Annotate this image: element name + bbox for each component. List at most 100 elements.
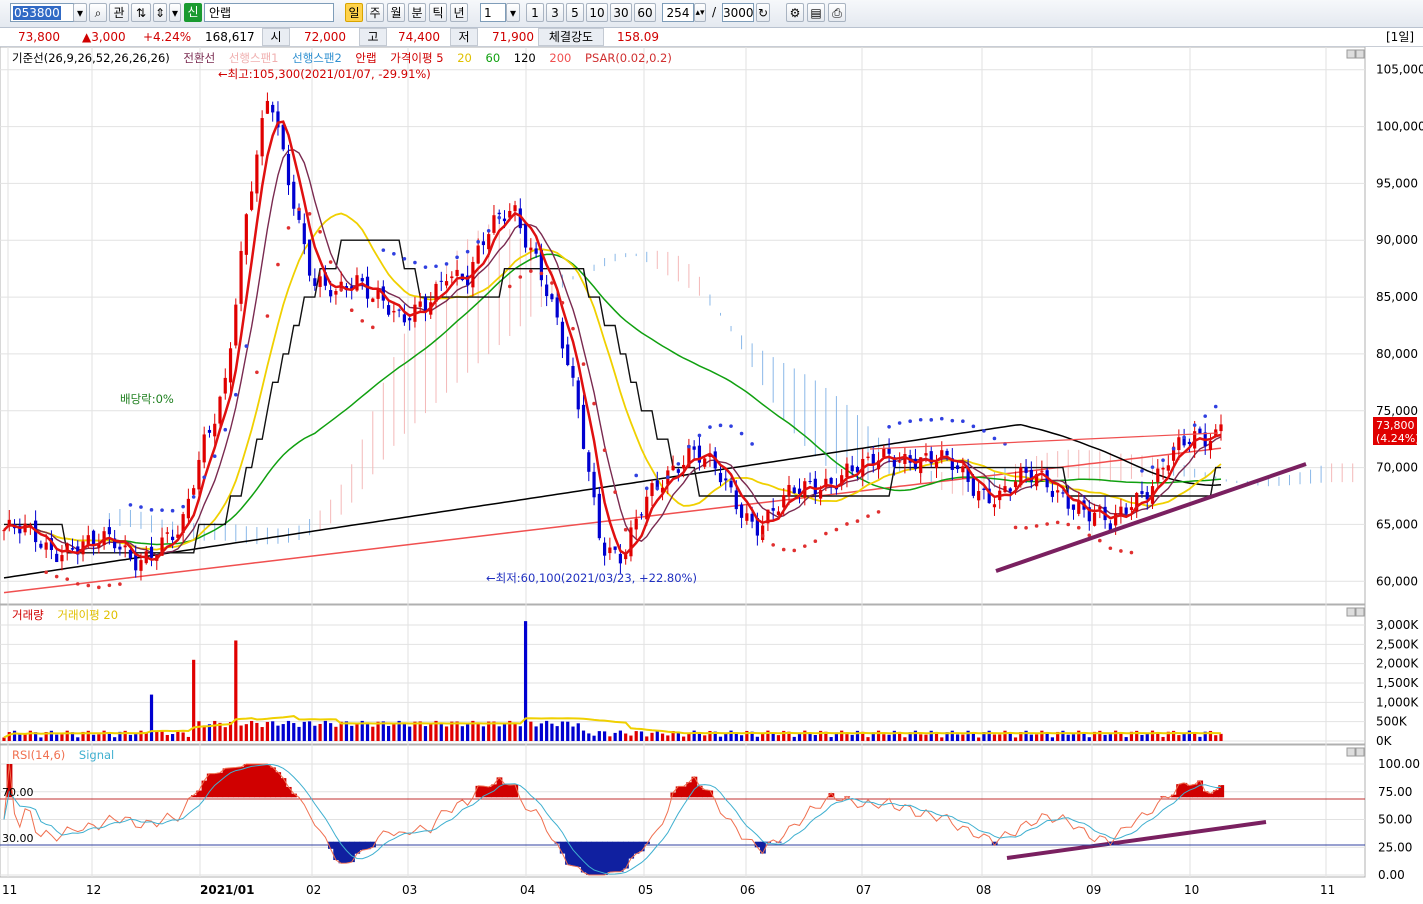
volume-pane-minimize-button[interactable] (1346, 607, 1356, 617)
favorite-button[interactable]: 관 (109, 3, 129, 22)
volume-bar (113, 737, 117, 741)
tab-weekly[interactable]: 주 (366, 3, 384, 22)
psar-dot (1119, 549, 1123, 553)
candle-body (845, 463, 849, 478)
volume-bar (244, 724, 248, 741)
volume-bar (165, 734, 169, 741)
volume-bar (739, 735, 744, 741)
psar-dot (349, 308, 354, 313)
volume-pane-close-button[interactable] (1355, 607, 1365, 617)
open-value: 72,000 (304, 30, 346, 44)
save-button[interactable]: ▤ (807, 3, 825, 22)
legend-volume: 거래량 (12, 608, 44, 622)
interval-1-button[interactable]: 1 (526, 3, 544, 22)
candle-body (450, 276, 454, 279)
volume-bar (423, 726, 428, 741)
rsi-overbought-fill (501, 783, 508, 798)
volume-bar (666, 735, 670, 741)
psar-dot (739, 431, 744, 436)
print-button[interactable]: ⎙ (828, 3, 846, 22)
volume-bar (629, 735, 633, 741)
psar-dot (370, 325, 375, 330)
stock-code-input[interactable]: 053800 (10, 3, 74, 22)
legend-psar: PSAR(0.02,0.2) (585, 51, 672, 65)
volume-bar (1050, 737, 1055, 741)
interval-3-button[interactable]: 3 (546, 3, 564, 22)
volume-bar (555, 726, 559, 741)
tab-minute[interactable]: 분 (408, 3, 426, 22)
low-annotation: ←최저:60,100(2021/03/23, +22.80%) (486, 571, 697, 585)
candle-body (371, 298, 375, 302)
psar-dot (750, 442, 754, 446)
candle-body (250, 191, 254, 210)
pane-close-button[interactable] (1355, 49, 1365, 59)
rsi-oversold-fill (580, 841, 587, 873)
interval-30-button[interactable]: 30 (610, 3, 632, 22)
candle-body (692, 446, 696, 450)
volume-bar (513, 723, 517, 741)
legend-kijun: 기준선(26,9,26,52,26,26,26) (12, 51, 170, 65)
tab-yearly[interactable]: 년 (450, 3, 468, 22)
pane-minimize-button[interactable] (1346, 49, 1356, 59)
candle-body (192, 488, 196, 495)
psar-dot (571, 326, 575, 331)
interval-select[interactable]: 1 (480, 3, 506, 22)
candle-body (223, 377, 227, 394)
rsi-pane-minimize-button[interactable] (1346, 747, 1356, 757)
candle-body (1050, 490, 1055, 497)
settings-button[interactable]: ⚙ (786, 3, 804, 22)
candle-body (360, 278, 364, 282)
volume-bar (998, 734, 1002, 741)
stepper-button[interactable]: ⇕ (153, 3, 167, 22)
sort-button[interactable]: ⇅ (131, 3, 151, 22)
rsi-overbought-fill (275, 772, 282, 798)
chart-area: 105,000 100,000 95,000 90,000 85,000 80,000 75… (0, 46, 1423, 901)
candle-body (761, 525, 765, 540)
candle-body (971, 478, 975, 496)
stock-name-field[interactable]: 안랩 (204, 3, 334, 22)
volume-bar (1124, 737, 1128, 741)
strength-label: 체결강도 (538, 28, 604, 46)
volume-bar (7, 732, 11, 741)
candle-body (1077, 501, 1081, 514)
tab-monthly[interactable]: 월 (387, 3, 405, 22)
psar-dot (139, 505, 143, 509)
price-tick-label: 85,000 (1376, 290, 1418, 304)
volume-tick-label: 500K (1376, 715, 1408, 729)
volume-bar (371, 726, 375, 741)
volume-bar (18, 734, 22, 741)
total-input[interactable]: 3000 (722, 3, 754, 22)
chart-svg: 105,000 100,000 95,000 90,000 85,000 80,000 75… (0, 46, 1423, 897)
volume-bar (402, 723, 406, 741)
tab-tick[interactable]: 틱 (429, 3, 447, 22)
interval-60-button[interactable]: 60 (634, 3, 656, 22)
volume-bar (439, 723, 443, 741)
search-button[interactable]: ⌕ (89, 3, 107, 22)
tab-daily[interactable]: 일 (345, 3, 363, 22)
count-input[interactable]: 254 (662, 3, 694, 22)
candle-body (934, 461, 939, 468)
volume-tick-label: 3,000K (1376, 618, 1419, 632)
candle-body (639, 514, 644, 516)
rsi-pane-close-button[interactable] (1355, 747, 1365, 757)
candle-body (476, 245, 480, 264)
code-dropdown-button[interactable]: ▾ (73, 3, 87, 22)
candle-body (581, 404, 586, 449)
rsi-overbought-fill (270, 767, 276, 798)
interval-5-button[interactable]: 5 (566, 3, 584, 22)
interval-10-button[interactable]: 10 (586, 3, 608, 22)
candle-body (207, 429, 212, 433)
rsi-upper-label: 70.00 (2, 786, 34, 799)
candle-body (423, 297, 428, 311)
count-stepper[interactable]: ▴▾ (694, 3, 706, 22)
volume-bar (28, 730, 32, 741)
menu-dropdown-button[interactable]: ▾ (169, 3, 181, 22)
candle-body (1145, 492, 1149, 500)
interval-dropdown-button[interactable]: ▾ (506, 3, 520, 22)
candle-body (86, 535, 90, 546)
volume-bar (213, 720, 217, 741)
psar-dot (244, 344, 249, 348)
x-tick-label: 09 (1086, 883, 1101, 897)
refresh-button[interactable]: ↻ (756, 3, 770, 22)
volume-bar (977, 737, 981, 741)
